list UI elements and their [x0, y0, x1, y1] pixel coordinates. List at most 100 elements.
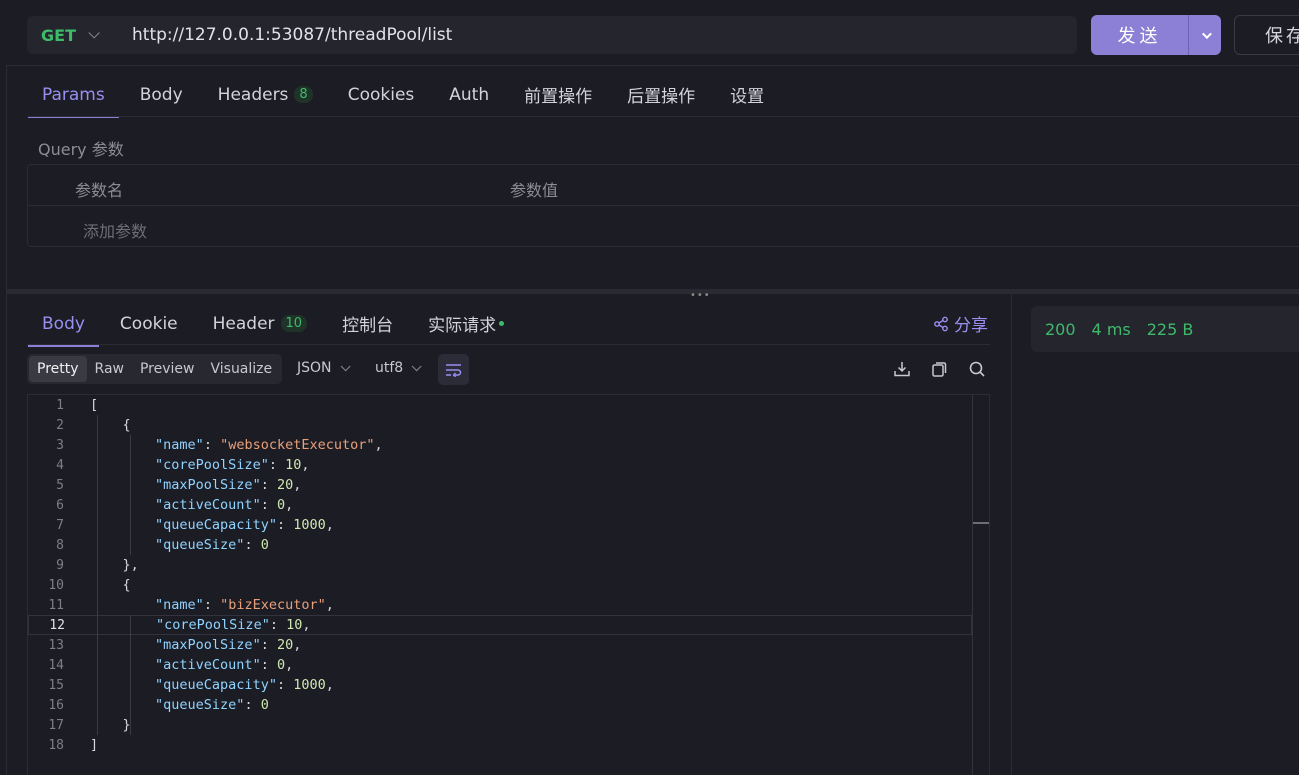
line-number: 13 — [48, 637, 64, 653]
divider — [6, 65, 7, 289]
code-line: 1[ — [28, 395, 972, 415]
code-text: "maxPoolSize": 20, — [155, 477, 302, 493]
code-text: "queueSize": 0 — [155, 537, 269, 553]
code-line: 16 "queueSize": 0 — [28, 695, 972, 715]
query-params-label: Query 参数 — [38, 140, 124, 159]
code-text: ] — [90, 737, 99, 753]
line-number: 12 — [49, 617, 65, 633]
word-wrap-icon — [446, 363, 462, 377]
share-label: 分享 — [954, 316, 988, 336]
request-tab-item-6[interactable]: 后置操作 — [627, 82, 695, 107]
language-select-value: JSON — [297, 360, 332, 376]
response-tab-cookie[interactable]: Cookie — [120, 314, 178, 334]
code-text: "queueCapacity": 1000, — [155, 517, 334, 533]
drag-handle-icon[interactable]: ••• — [690, 291, 711, 301]
request-url-bar: GET http://127.0.0.1:53087/threadPool/li… — [27, 16, 1077, 54]
line-number: 18 — [48, 737, 64, 753]
divider — [1011, 294, 1012, 775]
code-line: 8 "queueSize": 0 — [28, 535, 972, 555]
code-text: "maxPoolSize": 20, — [155, 637, 302, 653]
response-tab-item-3[interactable]: 控制台 — [342, 311, 393, 336]
tab-label: 后置操作 — [627, 87, 696, 107]
code-line: 12 "corePoolSize": 10, — [28, 615, 972, 635]
word-wrap-button[interactable] — [438, 354, 469, 385]
editor-scrollbar-track[interactable] — [972, 395, 973, 775]
line-number: 9 — [56, 557, 64, 573]
line-number: 2 — [56, 417, 64, 433]
response-tab-item-4[interactable]: 实际请求 — [428, 311, 505, 336]
code-text: "queueSize": 0 — [155, 697, 269, 713]
code-line: 11 "name": "bizExecutor", — [28, 595, 972, 615]
request-tab-item-5[interactable]: 前置操作 — [524, 82, 592, 107]
tab-label: Cookies — [347, 84, 415, 105]
code-text: [ — [90, 397, 99, 413]
method-label: GET — [41, 25, 76, 45]
language-select[interactable]: JSON — [297, 360, 351, 376]
encoding-select-value: utf8 — [375, 360, 404, 376]
request-tab-body[interactable]: Body — [140, 85, 183, 105]
line-number: 1 — [56, 397, 64, 413]
method-select[interactable]: GET — [27, 26, 117, 45]
response-status-bar: 200 4 ms 225 B — [1031, 306, 1299, 352]
param-name-header: 参数名 — [75, 181, 124, 200]
response-tabs: Body Cookie Header 10 控制台 实际请求 — [28, 311, 539, 347]
panel-splitter[interactable] — [6, 289, 1299, 294]
add-param-input[interactable]: 添加参数 — [83, 218, 147, 242]
search-icon[interactable] — [968, 360, 986, 378]
format-tab-pretty[interactable]: Pretty — [29, 356, 87, 382]
response-tab-header[interactable]: Header 10 — [212, 313, 308, 334]
code-line: 15 "queueCapacity": 1000, — [28, 675, 972, 695]
response-body-editor[interactable]: 1[2 {3 "name": "websocketExecutor", 4 "co… — [27, 394, 990, 775]
status-dot-icon — [499, 321, 505, 326]
request-tab-item-7[interactable]: 设置 — [730, 82, 764, 107]
encoding-select[interactable]: utf8 — [375, 360, 422, 376]
request-tab-cookies[interactable]: Cookies — [348, 85, 415, 105]
code-line: 7 "queueCapacity": 1000, — [28, 515, 972, 535]
chevron-down-icon — [88, 27, 100, 39]
line-number: 8 — [56, 537, 64, 553]
request-tab-params[interactable]: Params — [28, 84, 119, 118]
line-number: 6 — [56, 497, 64, 513]
response-tab-body[interactable]: Body — [28, 314, 99, 347]
indent-guide — [130, 435, 131, 555]
code-line: 18] — [28, 735, 972, 755]
count-badge: 8 — [294, 86, 313, 103]
save-button[interactable]: 保存 — [1234, 15, 1299, 55]
send-button[interactable]: 发送 — [1091, 15, 1189, 55]
tab-label: Header — [212, 313, 275, 334]
line-number: 16 — [48, 697, 64, 713]
code-line: 4 "corePoolSize": 10, — [28, 455, 972, 475]
request-tab-auth[interactable]: Auth — [449, 85, 489, 105]
url-input[interactable]: http://127.0.0.1:53087/threadPool/list — [132, 25, 452, 45]
request-tab-headers[interactable]: Headers 8 — [218, 85, 313, 105]
format-tab-preview[interactable]: Preview — [132, 356, 203, 382]
line-number: 11 — [48, 597, 64, 613]
line-number: 14 — [48, 657, 64, 673]
code-text: "activeCount": 0, — [155, 497, 294, 513]
line-number: 3 — [56, 437, 64, 453]
chevron-down-icon — [411, 360, 422, 371]
code-line: 2 { — [28, 415, 972, 435]
code-text: "activeCount": 0, — [155, 657, 294, 673]
format-tabs: Pretty Raw Preview Visualize — [27, 354, 283, 384]
copy-icon[interactable] — [930, 360, 948, 378]
response-time: 4 ms — [1091, 319, 1131, 339]
tab-label: 实际请求 — [428, 316, 497, 336]
count-badge: 10 — [280, 315, 308, 332]
share-button[interactable]: 分享 — [933, 311, 988, 336]
format-tab-visualize[interactable]: Visualize — [202, 356, 280, 382]
tab-label: Cookie — [119, 313, 178, 334]
indent-guide — [97, 415, 98, 735]
code-line: 13 "maxPoolSize": 20, — [28, 635, 972, 655]
tab-label: Body — [139, 84, 183, 105]
request-tabs: Params Body Headers 8 Cookies Auth 前置操作 后置操作 设置 — [28, 82, 799, 118]
tab-label: Params — [42, 84, 105, 105]
params-table-header: 参数名 参数值 — [28, 165, 1299, 206]
download-icon[interactable] — [893, 360, 911, 378]
code-line: 17 } — [28, 715, 972, 735]
line-number: 5 — [56, 477, 64, 493]
tab-label: 前置操作 — [524, 87, 593, 107]
format-tab-raw[interactable]: Raw — [87, 356, 132, 382]
send-options-button[interactable] — [1189, 15, 1221, 55]
line-number: 10 — [48, 577, 64, 593]
